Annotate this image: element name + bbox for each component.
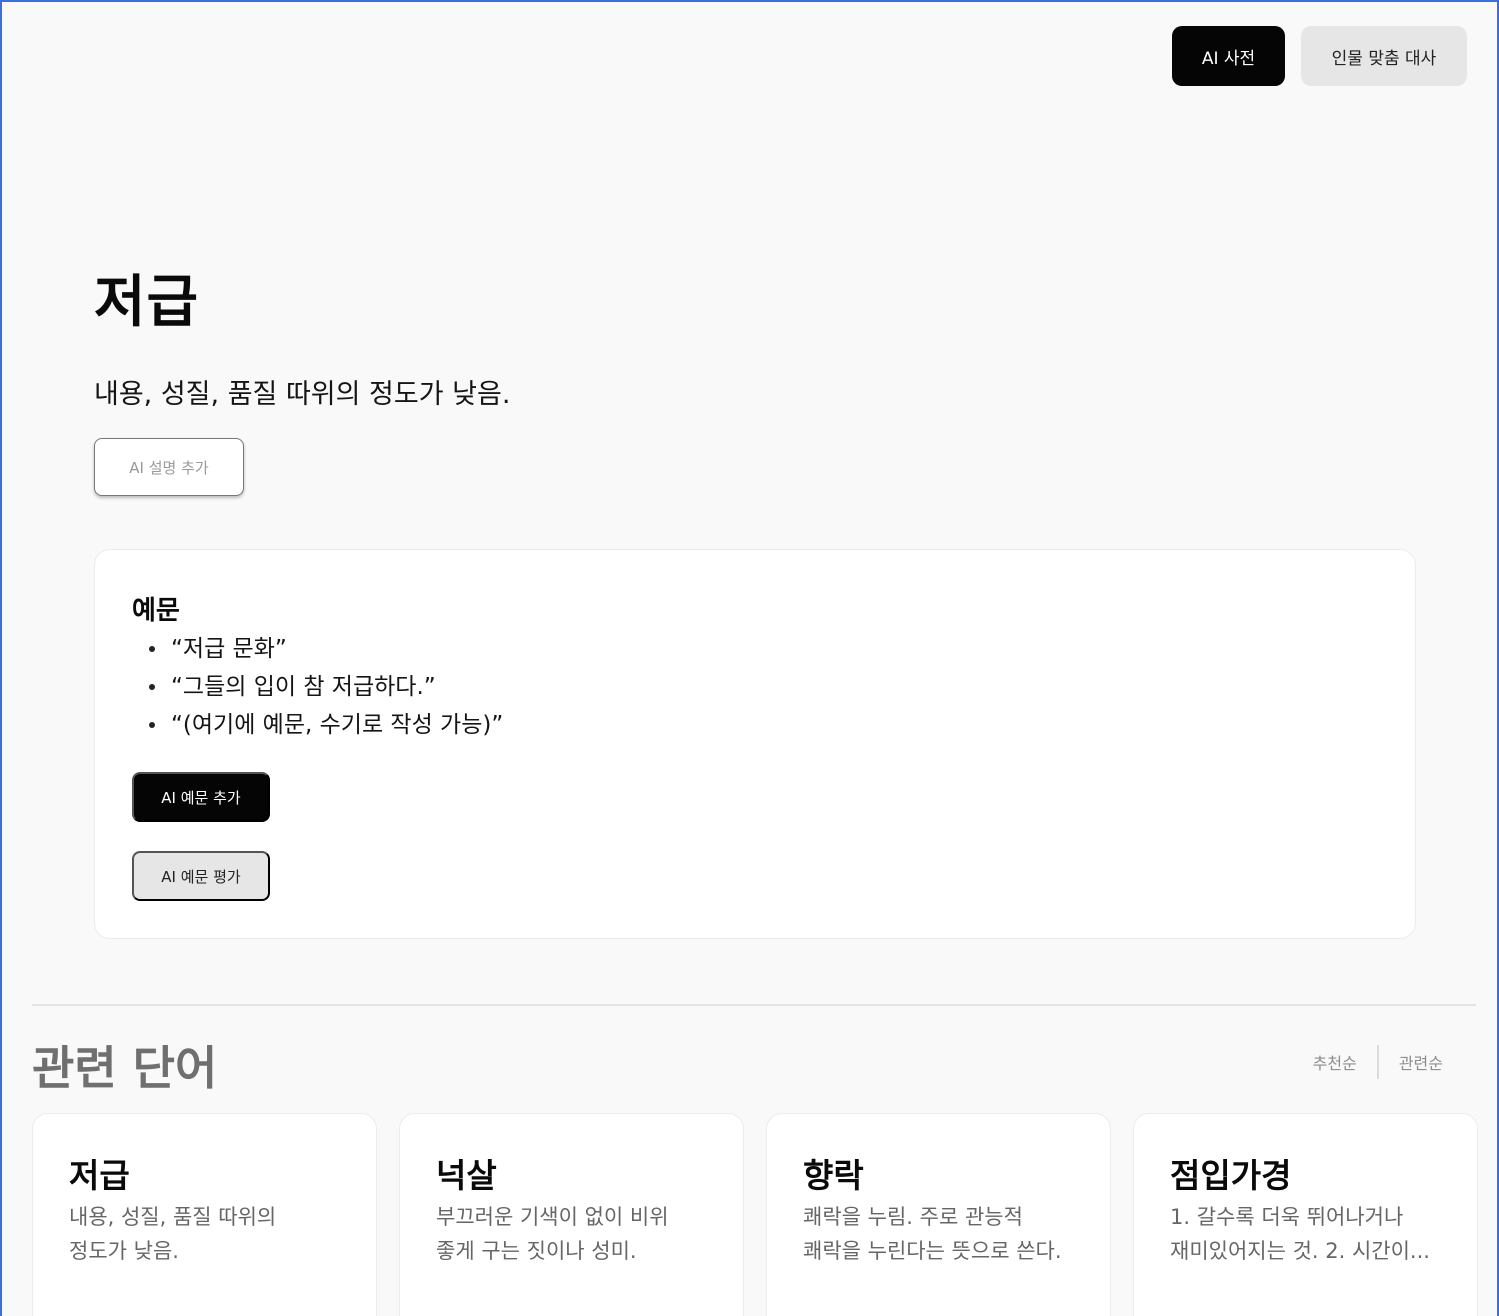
ai-dictionary-button[interactable]: AI 사전	[1172, 26, 1285, 86]
related-word-desc: 부끄러운 기색이 없이 비위 좋게 구는 짓이나 성미.	[436, 1205, 669, 1263]
sort-recommended-button[interactable]: 추천순	[1313, 1050, 1357, 1074]
related-word-title: 점입가경	[1170, 1156, 1292, 1195]
related-word-desc: 1. 갈수록 더욱 뛰어나거나 재미있어지는 것. 2. 시간이...	[1170, 1205, 1430, 1263]
related-word-card[interactable]: 넉살 부끄러운 기색이 없이 비위 좋게 구는 짓이나 성미.	[399, 1113, 744, 1316]
examples-card: 예문 “저급 문화” “그들의 입이 참 저급하다.” “(여기에 예문, 수기…	[94, 549, 1416, 939]
related-word-desc: 내용, 성질, 품질 따위의 정도가 낮음.	[69, 1205, 277, 1263]
word-definition: 내용, 성질, 품질 따위의 정도가 낮음.	[94, 379, 511, 410]
character-dialogue-button[interactable]: 인물 맞춤 대사	[1301, 26, 1467, 86]
ai-explain-button[interactable]: AI 설명 추가	[94, 438, 244, 496]
bullet-icon	[149, 684, 155, 690]
example-item: “(여기에 예문, 수기로 작성 가능)”	[132, 706, 503, 744]
sort-relevance-button[interactable]: 관련순	[1399, 1050, 1443, 1074]
app-frame: AI 사전 인물 맞춤 대사 저급 내용, 성질, 품질 따위의 정도가 낮음.…	[0, 0, 1499, 1316]
related-word-card[interactable]: 점입가경 1. 갈수록 더욱 뛰어나거나 재미있어지는 것. 2. 시간이...	[1133, 1113, 1478, 1316]
top-nav: AI 사전 인물 맞춤 대사	[1172, 26, 1467, 86]
related-word-title: 향락	[803, 1156, 864, 1195]
related-word-card[interactable]: 저급 내용, 성질, 품질 따위의 정도가 낮음.	[32, 1113, 377, 1316]
word-title: 저급	[94, 270, 200, 335]
examples-list: “저급 문화” “그들의 입이 참 저급하다.” “(여기에 예문, 수기로 작…	[132, 630, 503, 744]
related-word-desc: 쾌락을 누림. 주로 관능적 쾌락을 누린다는 뜻으로 쓴다.	[803, 1205, 1062, 1263]
example-item: “그들의 입이 참 저급하다.”	[132, 668, 503, 706]
related-word-title: 저급	[69, 1156, 130, 1195]
sort-divider	[1376, 1045, 1379, 1079]
bullet-icon	[149, 722, 155, 728]
example-text: “저급 문화”	[171, 636, 287, 662]
example-item: “저급 문화”	[132, 630, 503, 668]
sort-bar: 추천순 관련순	[1313, 1045, 1443, 1079]
example-text: “그들의 입이 참 저급하다.”	[171, 674, 436, 700]
section-divider	[32, 1004, 1476, 1006]
related-word-card[interactable]: 향락 쾌락을 누림. 주로 관능적 쾌락을 누린다는 뜻으로 쓴다.	[766, 1113, 1111, 1316]
bullet-icon	[149, 646, 155, 652]
related-words-heading: 관련 단어	[32, 1041, 218, 1095]
ai-evaluate-example-button[interactable]: AI 예문 평가	[132, 851, 270, 901]
related-word-title: 넉살	[436, 1156, 497, 1195]
related-words-list: 저급 내용, 성질, 품질 따위의 정도가 낮음. 넉살 부끄러운 기색이 없이…	[32, 1113, 1478, 1316]
examples-heading: 예문	[132, 596, 180, 626]
example-text: “(여기에 예문, 수기로 작성 가능)”	[171, 712, 504, 738]
ai-add-example-button[interactable]: AI 예문 추가	[132, 772, 270, 822]
